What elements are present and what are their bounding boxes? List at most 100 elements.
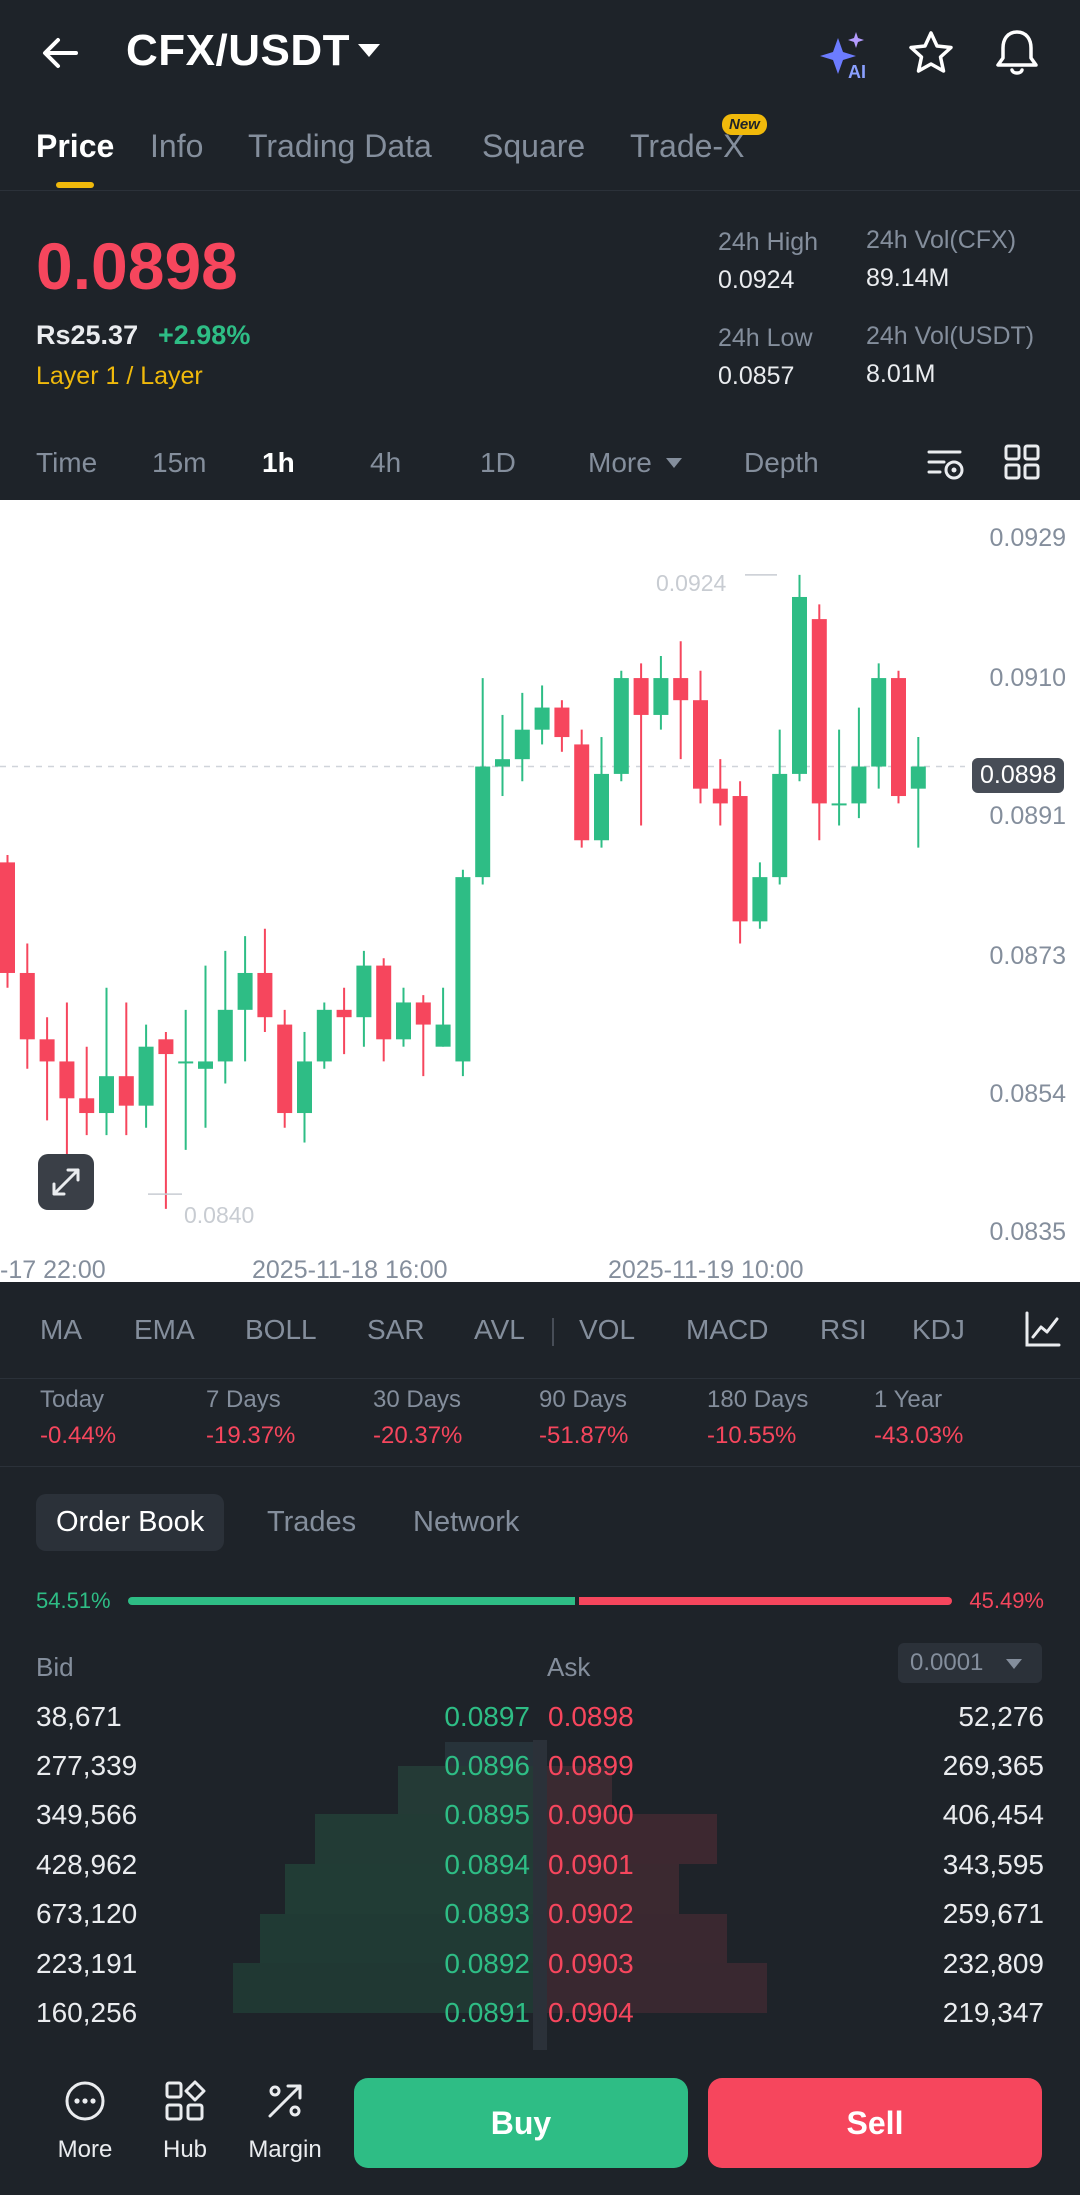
orderbook-row[interactable]: 160,256 0.0891 0.0904 219,347 — [0, 1989, 1080, 2038]
indicator-avl[interactable]: AVL — [474, 1314, 525, 1346]
favorite-star-icon[interactable] — [906, 28, 956, 78]
orderbook-row[interactable]: 38,671 0.0897 0.0898 52,276 — [0, 1693, 1080, 1742]
layout-grid-icon[interactable] — [1004, 444, 1040, 480]
low-value: 0.0857 — [718, 362, 795, 390]
candle-body — [851, 766, 867, 804]
bid-qty: 38,671 — [36, 1701, 122, 1732]
candle-body — [99, 1076, 114, 1114]
more-dots-icon — [65, 2081, 105, 2121]
bid-price: 0.0897 — [444, 1701, 530, 1732]
ask-price: 0.0904 — [548, 1997, 634, 2028]
hub-grid-icon — [165, 2080, 206, 2121]
tab-price[interactable]: Price — [36, 128, 114, 165]
indicator-macd[interactable]: MACD — [686, 1314, 768, 1346]
orderbook-row[interactable]: 673,120 0.0893 0.0902 259,671 — [0, 1890, 1080, 1939]
perf-value: -20.37% — [373, 1422, 463, 1449]
interval-1h[interactable]: 1h — [262, 447, 295, 479]
ai-sparkle-icon[interactable]: AI — [818, 30, 872, 80]
indicator-chart-icon[interactable] — [1024, 1310, 1062, 1348]
fullscreen-button[interactable] — [38, 1154, 94, 1210]
interval-15m[interactable]: 15m — [152, 447, 206, 479]
tab-order-book[interactable]: Order Book — [36, 1494, 225, 1551]
candle-body — [910, 766, 926, 789]
bid-price: 0.0894 — [444, 1849, 530, 1880]
indicator-kdj[interactable]: KDJ — [912, 1314, 965, 1346]
buy-button[interactable]: Buy — [354, 2078, 688, 2168]
ask-qty: 343,595 — [942, 1849, 1044, 1880]
tab-trading-data[interactable]: Trading Data — [248, 128, 432, 165]
candle-body — [514, 729, 530, 760]
indicator-sar[interactable]: SAR — [367, 1314, 425, 1346]
bid-price: 0.0896 — [444, 1750, 530, 1781]
alert-bell-icon[interactable] — [992, 26, 1042, 78]
candlestick-chart[interactable]: 0.0929 0.0910 0.0891 0.0873 0.0854 0.083… — [0, 500, 1080, 1284]
bottom-action-bar: More Hub Margin Buy Sell — [0, 2050, 1080, 2195]
interval-1d[interactable]: 1D — [480, 447, 516, 479]
ask-ratio-bar — [579, 1597, 952, 1605]
orderbook-row[interactable]: 349,566 0.0895 0.0900 406,454 — [0, 1791, 1080, 1840]
candle-body — [792, 596, 807, 774]
active-tab-indicator — [56, 182, 94, 188]
ask-header: Ask — [547, 1652, 591, 1682]
candle-body — [415, 1002, 431, 1025]
candle-body — [613, 678, 629, 774]
indicator-rsi[interactable]: RSI — [820, 1314, 867, 1346]
main-tabs: Price Info Trading Data Square Trade-X N… — [0, 110, 1080, 191]
candle-body — [673, 678, 689, 701]
x-tick: 2025-11-18 16:00 — [252, 1256, 448, 1284]
candle-body — [59, 1061, 75, 1099]
y-tick: 0.0891 — [989, 802, 1066, 830]
tab-info[interactable]: Info — [150, 128, 203, 165]
y-tick: 0.0873 — [989, 942, 1066, 970]
perf-label: Today — [40, 1386, 105, 1413]
candle-body — [693, 700, 708, 789]
candle-body — [178, 1061, 194, 1064]
sell-button[interactable]: Sell — [708, 2078, 1042, 2168]
candle-body — [435, 1024, 451, 1047]
tab-trades[interactable]: Trades — [267, 1506, 356, 1539]
interval-depth[interactable]: Depth — [744, 447, 819, 479]
candle-body — [257, 972, 273, 1018]
orderbook-row[interactable]: 223,191 0.0892 0.0903 232,809 — [0, 1940, 1080, 1989]
indicator-divider — [552, 1318, 554, 1346]
precision-select[interactable]: 0.0001 — [898, 1643, 1042, 1683]
y-tick: 0.0835 — [989, 1218, 1066, 1246]
perf-value: -43.03% — [874, 1422, 964, 1449]
precision-caret-icon — [1006, 1659, 1022, 1669]
candle-body — [336, 1009, 352, 1018]
pair-title[interactable]: CFX/USDT — [126, 26, 350, 76]
high-value: 0.0924 — [718, 266, 795, 294]
orderbook-row[interactable]: 428,962 0.0894 0.0901 343,595 — [0, 1841, 1080, 1890]
interval-more[interactable]: More — [588, 447, 652, 479]
indicator-bar: MA EMA BOLL SAR AVL VOL MACD RSI KDJ — [0, 1282, 1080, 1379]
indicator-vol[interactable]: VOL — [579, 1314, 635, 1346]
candle-body — [297, 1061, 312, 1114]
indicator-ema[interactable]: EMA — [134, 1314, 195, 1346]
chart-settings-icon[interactable] — [926, 444, 966, 484]
interval-4h[interactable]: 4h — [370, 447, 401, 479]
orderbook-row[interactable]: 277,339 0.0896 0.0899 269,365 — [0, 1742, 1080, 1791]
interval-time[interactable]: Time — [36, 447, 97, 479]
indicator-boll[interactable]: BOLL — [245, 1314, 317, 1346]
candle-body — [574, 744, 590, 841]
low-marker-label: 0.0840 — [184, 1202, 255, 1228]
category-tag[interactable]: Layer 1 / Layer — [36, 362, 203, 391]
ask-ratio-label: 45.49% — [969, 1588, 1044, 1613]
bid-ratio-label: 54.51% — [36, 1588, 111, 1613]
candle-body — [554, 707, 570, 738]
bid-price: 0.0893 — [444, 1898, 530, 1929]
tab-square[interactable]: Square — [482, 128, 585, 165]
hub-nav-label: Hub — [162, 2136, 208, 2163]
low-label: 24h Low — [718, 324, 813, 352]
tab-network[interactable]: Network — [413, 1506, 519, 1539]
ask-qty: 406,454 — [942, 1799, 1044, 1830]
x-tick: -17 22:00 — [0, 1256, 106, 1284]
perf-label: 7 Days — [206, 1386, 281, 1413]
indicator-ma[interactable]: MA — [40, 1314, 82, 1346]
bid-qty: 223,191 — [36, 1948, 138, 1979]
pair-dropdown-icon[interactable] — [358, 44, 380, 57]
new-badge: New — [722, 114, 767, 135]
candle-body — [158, 1039, 174, 1055]
more-nav-label: More — [57, 2136, 113, 2163]
back-arrow-icon[interactable] — [36, 28, 86, 78]
